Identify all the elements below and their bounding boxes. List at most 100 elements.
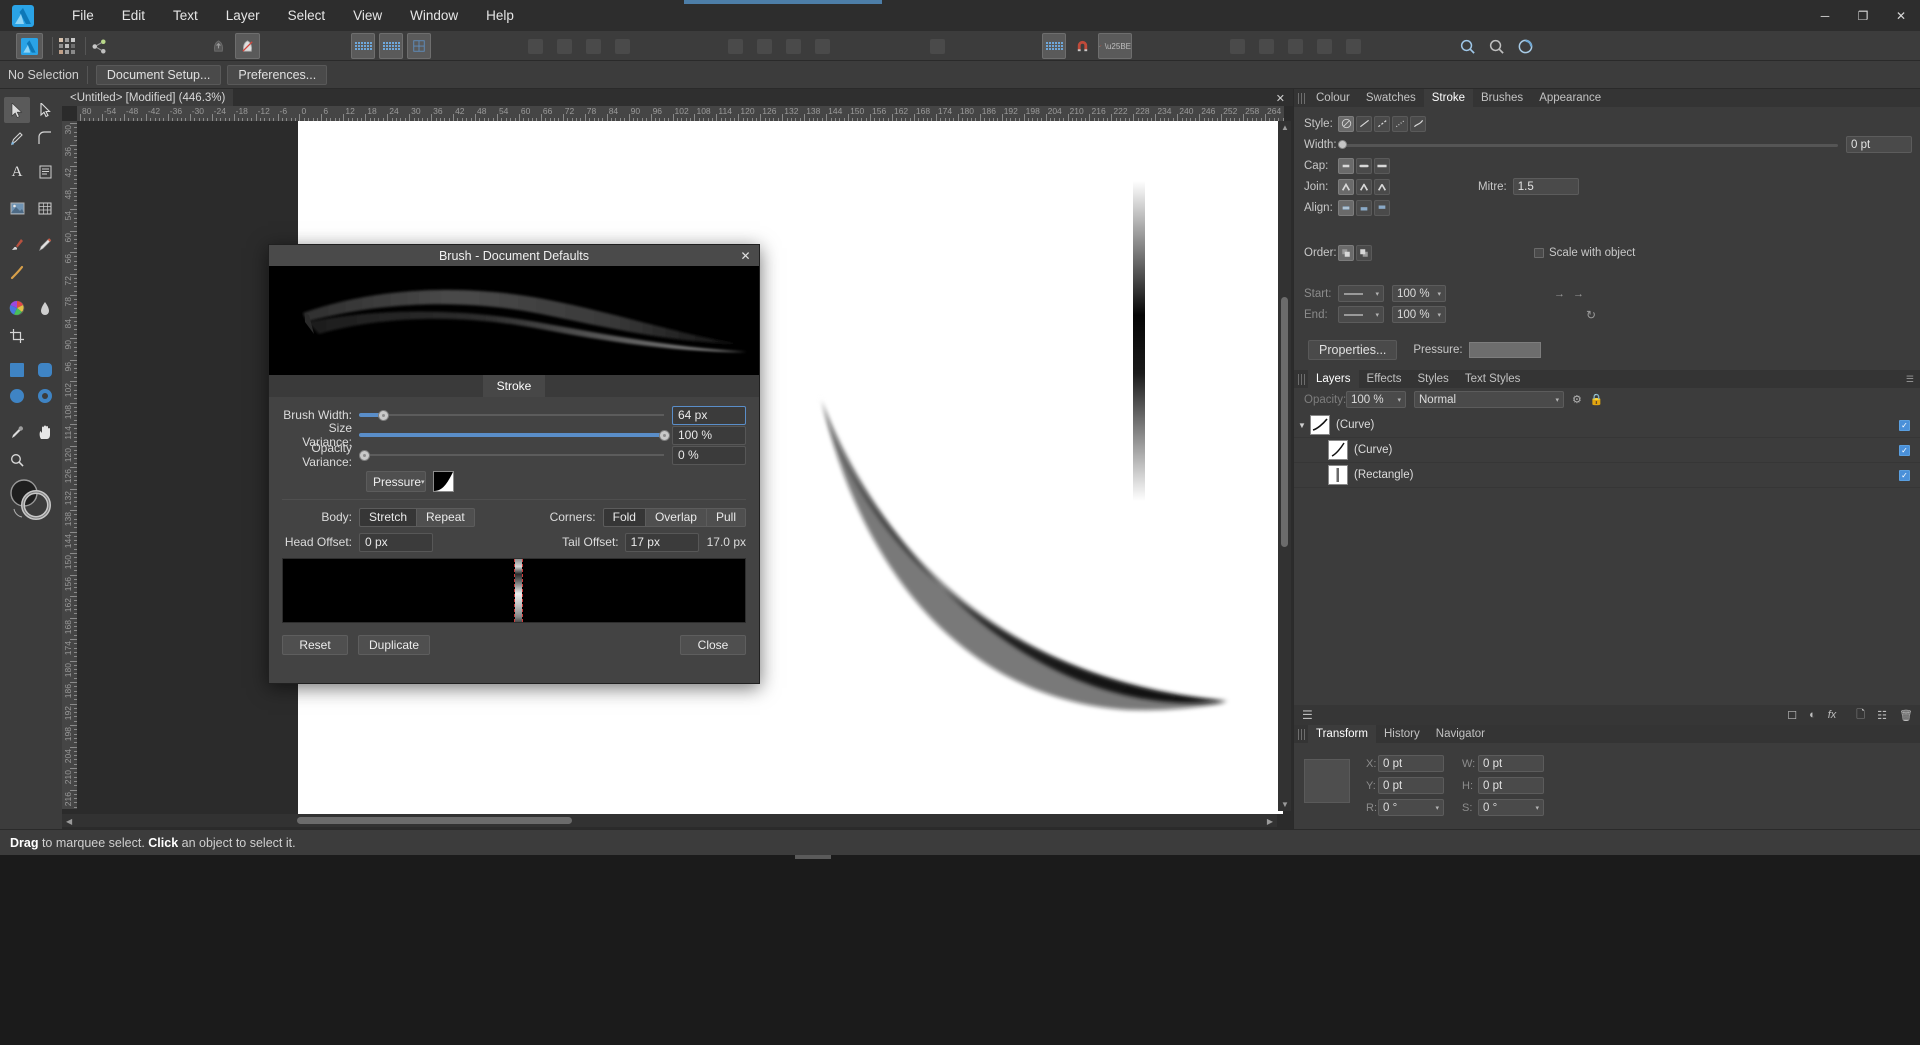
boolean-add-icon[interactable]: [926, 33, 948, 59]
stroke-style-dashed-icon[interactable]: [1374, 115, 1390, 132]
mitre-value[interactable]: 1.5: [1512, 178, 1579, 195]
pencil-tool-icon[interactable]: [32, 231, 58, 257]
opacity-variance-value[interactable]: 0 %: [672, 445, 746, 465]
head-offset-value[interactable]: 0 px: [359, 532, 433, 552]
corner-tool-icon[interactable]: [32, 125, 58, 151]
layers-stack-icon[interactable]: ☰: [1302, 708, 1313, 722]
distribute-space-icon[interactable]: [782, 33, 804, 59]
magnet-icon[interactable]: [1070, 33, 1094, 59]
new-group-icon[interactable]: ☷: [1877, 709, 1887, 722]
transform-s-value[interactable]: 0 ° ▾: [1478, 799, 1544, 816]
chevron-down-icon[interactable]: ▼: [1298, 421, 1310, 430]
tab-swatches[interactable]: Swatches: [1358, 89, 1424, 107]
distribute-vertical-icon[interactable]: [753, 33, 775, 59]
distribute-even-icon[interactable]: [811, 33, 833, 59]
dynamics-source-dropdown[interactable]: Pressure ▾: [366, 471, 426, 492]
mask-icon[interactable]: ☐: [1787, 709, 1797, 722]
panel-grip-icon[interactable]: [1298, 92, 1305, 104]
align-right-icon[interactable]: [582, 33, 604, 59]
blue-grid-icon[interactable]: [1042, 33, 1066, 59]
layers-list[interactable]: ▼ (Curve) ✓ (Curve) ✓ (Rectangle) ✓: [1294, 413, 1920, 488]
end-percent-dropdown[interactable]: 100 % ▾: [1392, 306, 1446, 323]
corners-option-fold[interactable]: Fold: [602, 507, 646, 527]
bevel-join-icon[interactable]: [1374, 178, 1390, 195]
menu-select[interactable]: Select: [274, 4, 340, 27]
paint-brush-tool-icon[interactable]: [4, 231, 30, 257]
reset-button[interactable]: Reset: [282, 635, 348, 655]
node-tool-d-icon[interactable]: [1313, 33, 1335, 59]
export-persona-icon[interactable]: [88, 33, 110, 59]
layer-visibility-checkbox[interactable]: ✓: [1899, 419, 1910, 431]
square-cap-icon[interactable]: [1374, 157, 1390, 174]
close-dialog-button[interactable]: Close: [680, 635, 746, 655]
brush-document-defaults-dialog[interactable]: Brush - Document Defaults ✕ Stroke Brush…: [268, 244, 760, 684]
tab-styles[interactable]: Styles: [1409, 370, 1456, 388]
brush-icon[interactable]: \u25BE: [1098, 33, 1132, 59]
scroll-down-icon[interactable]: ▼: [1281, 800, 1289, 809]
layer-visibility-checkbox[interactable]: ✓: [1899, 469, 1910, 481]
distribute-horizontal-icon[interactable]: [724, 33, 746, 59]
brush-spacing-strip[interactable]: [282, 558, 746, 623]
body-segmented-control[interactable]: Stretch Repeat: [359, 507, 475, 527]
fill-stroke-swatches[interactable]: [8, 477, 52, 521]
swap-arrows-icon[interactable]: →: [1554, 288, 1565, 300]
node-tool-e-icon[interactable]: [1342, 33, 1364, 59]
text-tool-icon[interactable]: A: [4, 159, 30, 185]
bring-to-front-icon[interactable]: [206, 33, 231, 59]
persona-designer-icon[interactable]: [16, 33, 43, 59]
layers-panel-menu-icon[interactable]: ☰: [1906, 374, 1914, 385]
scale-with-object-checkbox[interactable]: [1534, 247, 1544, 258]
scroll-up-icon[interactable]: ▲: [1281, 123, 1289, 132]
opacity-variance-slider-knob[interactable]: [359, 450, 370, 461]
document-tab[interactable]: <Untitled> [Modified] (446.3%): [62, 89, 234, 106]
pressure-profile-preview[interactable]: [1468, 341, 1541, 358]
gear-icon[interactable]: ⚙: [1572, 393, 1582, 406]
brush-width-slider[interactable]: [359, 405, 664, 425]
crop-tool-icon[interactable]: [4, 323, 30, 349]
zoom-fit-icon[interactable]: [1455, 33, 1479, 59]
close-button[interactable]: ✕: [1882, 0, 1920, 31]
node-tool-a-icon[interactable]: [1226, 33, 1248, 59]
tab-navigator[interactable]: Navigator: [1428, 725, 1493, 743]
properties-button[interactable]: Properties...: [1308, 339, 1398, 360]
maximize-button[interactable]: ❐: [1844, 0, 1882, 31]
menu-file[interactable]: File: [58, 4, 108, 27]
ramp-curve-icon[interactable]: [433, 471, 454, 492]
adjustment-icon[interactable]: ◐: [1809, 709, 1816, 721]
end-arrow-dropdown[interactable]: ▾: [1338, 306, 1384, 323]
tab-effects[interactable]: Effects: [1359, 370, 1410, 388]
stroke-style-none-icon[interactable]: [1338, 115, 1354, 132]
table-row[interactable]: ▼ (Curve) ✓: [1294, 413, 1920, 438]
zoom-tool-icon[interactable]: [4, 447, 30, 473]
anchor-point-selector[interactable]: [1304, 759, 1350, 803]
pen-tool-icon[interactable]: [4, 125, 30, 151]
reverse-arrows-icon[interactable]: →: [1573, 288, 1584, 300]
corners-option-pull[interactable]: Pull: [706, 507, 746, 527]
round-join-icon[interactable]: [1356, 178, 1372, 195]
preferences-button[interactable]: Preferences...: [227, 64, 328, 85]
donut-tool-icon[interactable]: [32, 383, 58, 409]
stroke-style-dotted-icon[interactable]: [1392, 115, 1408, 132]
align-inside-stroke-icon[interactable]: [1356, 199, 1372, 216]
transform-x-value[interactable]: 0 pt: [1378, 755, 1444, 772]
size-variance-slider[interactable]: [359, 425, 670, 445]
rotate-view-icon[interactable]: [1513, 33, 1537, 59]
body-option-repeat[interactable]: Repeat: [417, 507, 475, 527]
rectangle-tool-icon[interactable]: [4, 357, 30, 383]
tab-stroke[interactable]: Stroke: [1423, 89, 1473, 107]
tab-appearance[interactable]: Appearance: [1531, 89, 1609, 107]
menu-view[interactable]: View: [339, 4, 396, 27]
colour-picker-tool-icon[interactable]: [4, 419, 30, 445]
tab-brushes[interactable]: Brushes: [1473, 89, 1531, 107]
place-image-tool-icon[interactable]: [4, 195, 30, 221]
vertical-ruler[interactable]: 30 36 42 48 54 60 66 72 78 84 90 96 102 108 114 120 126 1…: [62, 121, 77, 809]
move-tool-icon[interactable]: [4, 97, 30, 123]
corners-option-overlap[interactable]: Overlap: [645, 507, 707, 527]
document-tab-close-icon[interactable]: ✕: [1276, 92, 1285, 105]
brush-width-slider-knob[interactable]: [378, 410, 390, 421]
size-variance-value[interactable]: 100 %: [672, 425, 746, 445]
tab-history[interactable]: History: [1376, 725, 1428, 743]
tab-transform[interactable]: Transform: [1308, 725, 1376, 743]
zoom-actual-icon[interactable]: [1484, 33, 1508, 59]
align-left-icon[interactable]: [524, 33, 546, 59]
